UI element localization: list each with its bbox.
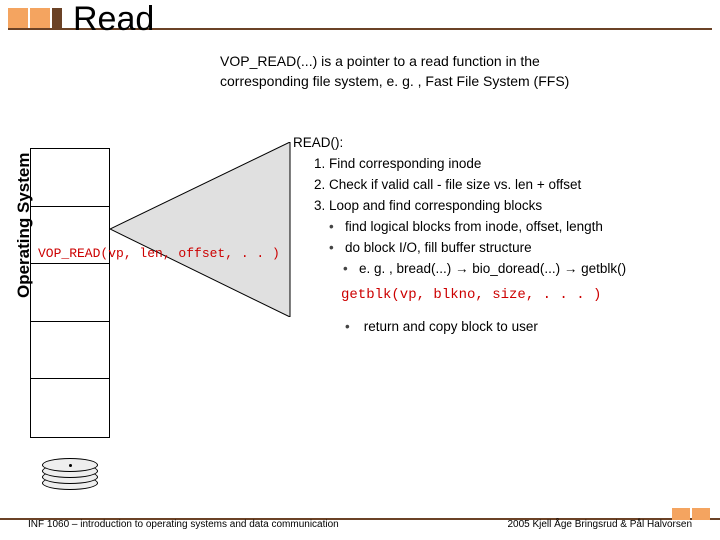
title-decor-box <box>52 8 62 28</box>
title-bar: Read <box>8 8 712 48</box>
os-layer-row <box>31 149 109 207</box>
bullet-item: do block I/O, fill buffer structure <box>345 238 712 259</box>
disk-icon <box>42 458 98 472</box>
intro-text: VOP_READ(...) is a pointer to a read fun… <box>220 52 710 91</box>
read-steps: READ(): Find corresponding inode Check i… <box>293 133 712 338</box>
slide: Read Operating System VOP_READ(...) is a… <box>0 0 720 540</box>
os-layer-row <box>31 379 109 437</box>
footer-decor-box <box>692 508 710 520</box>
title-decor-box <box>30 8 50 28</box>
return-bullet: return and copy block to user <box>345 317 712 338</box>
step-item: Loop and find corresponding blocks <box>329 196 712 217</box>
os-layers-box <box>30 148 110 438</box>
slide-title: Read <box>73 0 154 39</box>
os-layer-row <box>31 322 109 380</box>
bullet-item: find logical blocks from inode, offset, … <box>345 217 712 238</box>
footer-right: 2005 Kjell Åge Bringsrud & Pål Halvorsen <box>507 519 692 530</box>
content-area: Operating System VOP_READ(...) is a poin… <box>0 48 720 510</box>
intro-line: corresponding file system, e. g. , Fast … <box>220 72 710 92</box>
cone-shape <box>110 142 300 317</box>
os-layer-row <box>31 264 109 322</box>
intro-line: VOP_READ(...) is a pointer to a read fun… <box>220 52 710 72</box>
read-header: READ(): <box>293 133 712 154</box>
bullet-item: e. g. , bread(...) → bio_doread(...) → g… <box>359 259 712 280</box>
footer-left: INF 1060 – introduction to operating sys… <box>28 519 339 530</box>
step-item: Find corresponding inode <box>329 154 712 175</box>
vop-read-code: VOP_READ(vp, len, offset, . . ) <box>38 246 280 261</box>
title-decor-box <box>8 8 28 28</box>
getblk-code: getblk(vp, blkno, size, . . . ) <box>341 285 712 307</box>
step-item: Check if valid call - file size vs. len … <box>329 175 712 196</box>
